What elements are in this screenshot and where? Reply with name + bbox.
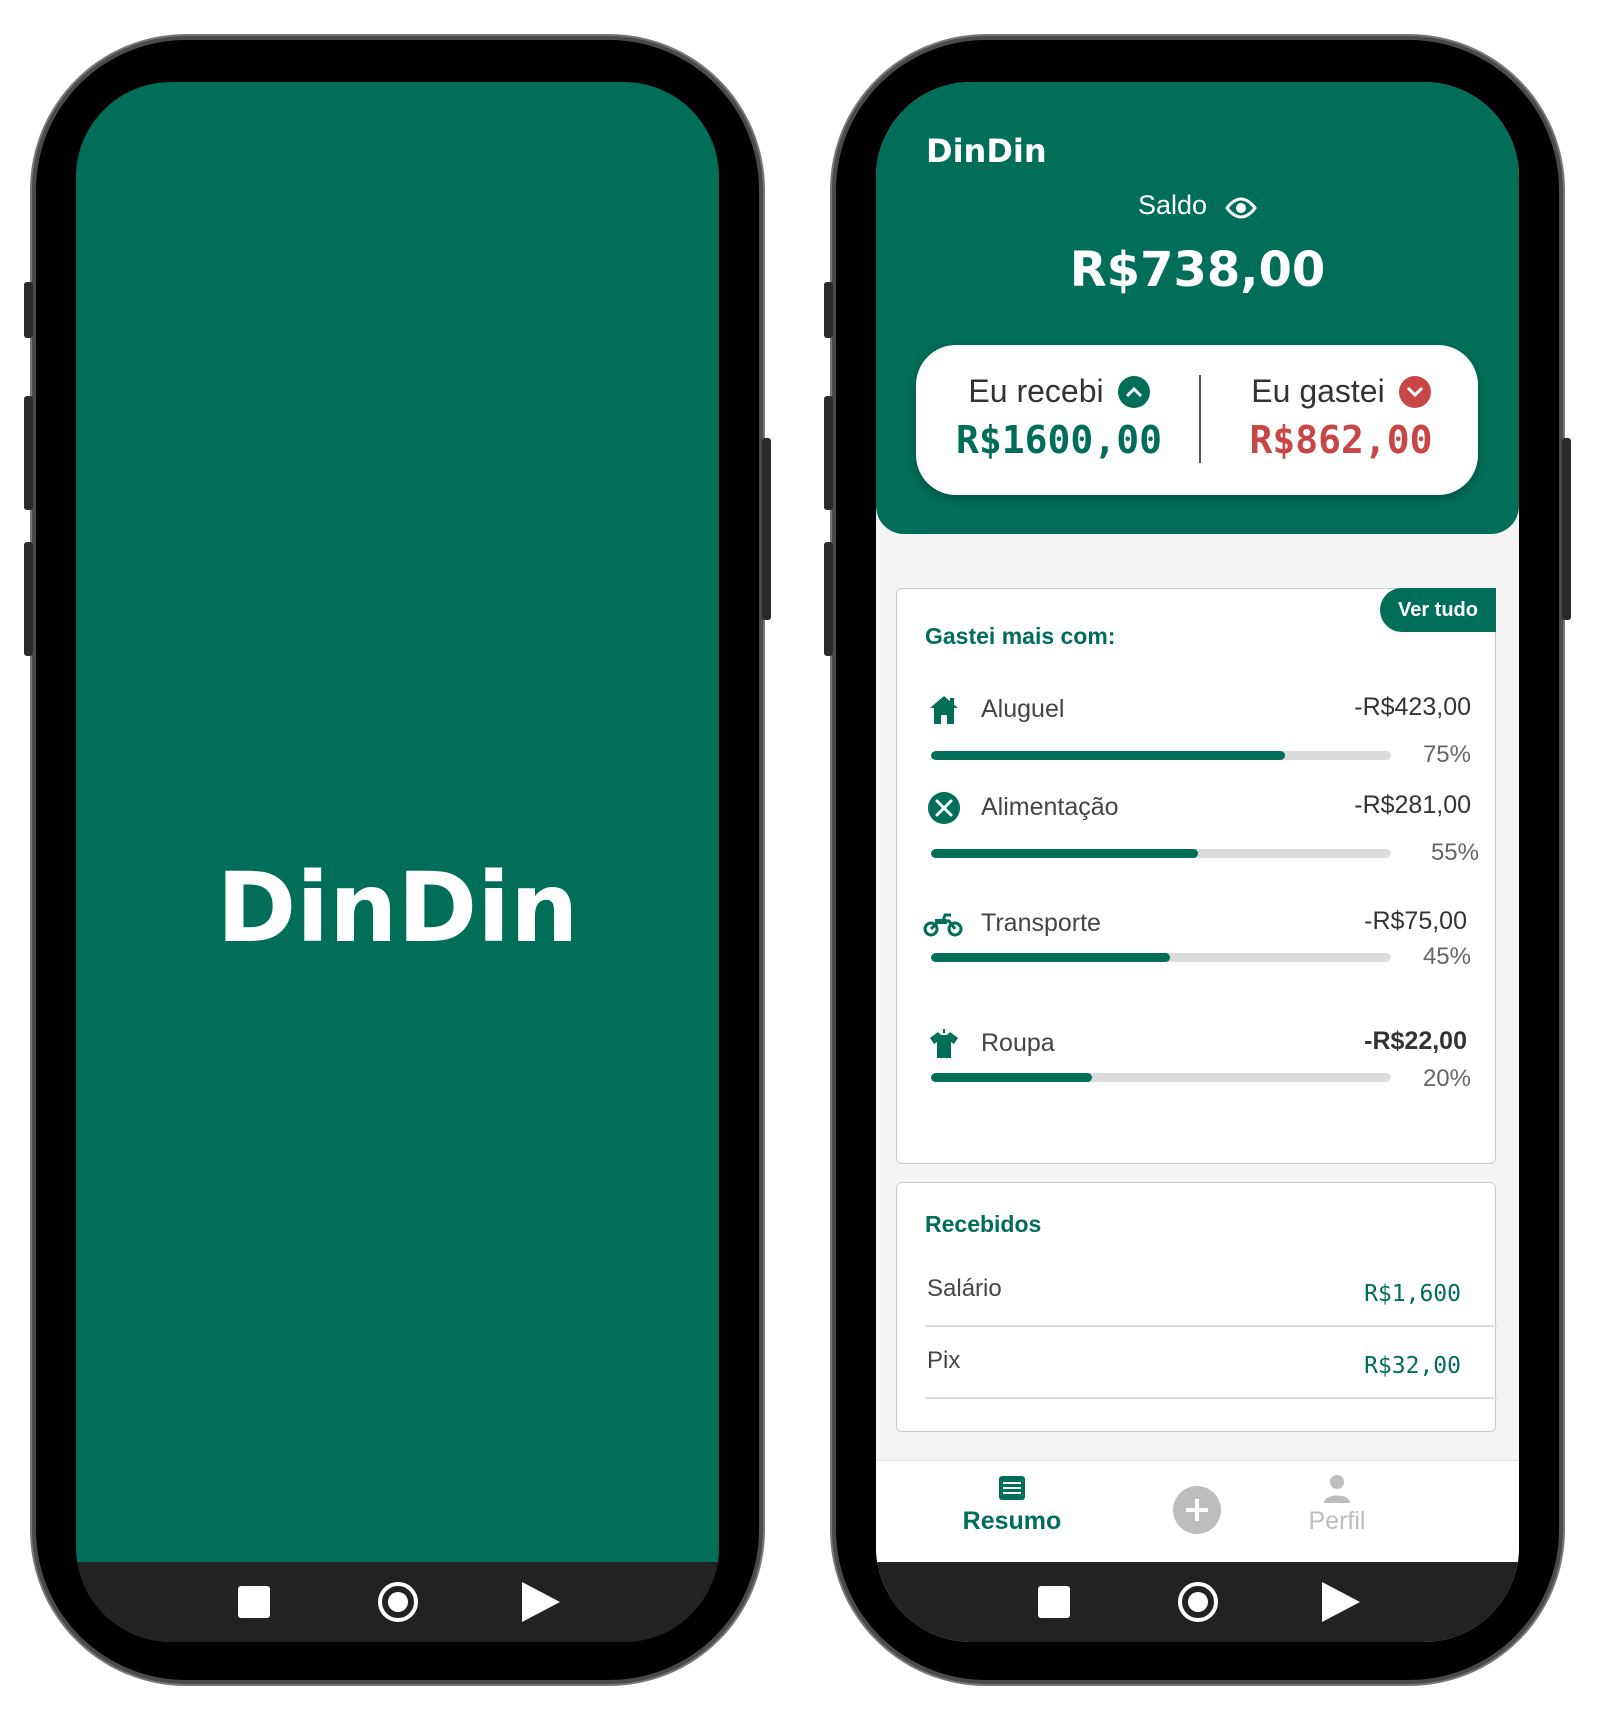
plus-icon	[1186, 1499, 1208, 1521]
spending-title: Gastei mais com:	[925, 623, 1116, 649]
category-percent: 20%	[1422, 1065, 1471, 1092]
food-icon	[927, 791, 961, 825]
dashboard-screen: DinDin Saldo R$738,00 Eu recebi R$1600,0…	[876, 82, 1519, 1642]
expense-summary: Eu gastei R$862,00	[1216, 373, 1466, 462]
category-progress-fill	[931, 953, 1171, 962]
summary-divider	[1199, 375, 1201, 463]
expense-value: R$862,00	[1249, 418, 1433, 462]
volume-button	[24, 282, 33, 338]
category-row[interactable]: Transporte -R$75,00 45%	[897, 907, 1495, 997]
category-progress	[931, 751, 1391, 760]
category-percent: 75%	[1422, 741, 1471, 768]
summary-card: Eu recebi R$1600,00 Eu gastei R$862,00	[916, 345, 1478, 495]
chevron-up-icon	[1117, 375, 1150, 408]
received-value: R$32,00	[1364, 1353, 1461, 1379]
category-row[interactable]: Aluguel -R$423,00 75%	[897, 693, 1495, 783]
category-progress	[931, 1073, 1391, 1082]
back-button[interactable]	[1322, 1582, 1360, 1622]
received-value: R$1,600	[1364, 1281, 1461, 1307]
recents-button[interactable]	[1038, 1586, 1070, 1618]
received-row[interactable]: Salário R$1,600	[925, 1257, 1497, 1327]
house-icon	[927, 693, 961, 727]
expense-label: Eu gastei	[1251, 373, 1385, 409]
system-navbar	[76, 1562, 719, 1642]
volume-button	[824, 542, 833, 656]
tab-summary[interactable]: Resumo	[937, 1473, 1087, 1536]
income-label: Eu recebi	[968, 373, 1104, 409]
splash-title: DinDin	[216, 852, 579, 964]
balance-value: R$738,00	[1069, 242, 1326, 298]
spending-card: Ver tudo Gastei mais com: Aluguel -R$423…	[896, 588, 1496, 1164]
user-icon	[1262, 1473, 1412, 1503]
see-all-button[interactable]: Ver tudo	[1380, 588, 1496, 632]
category-percent: 55%	[1430, 839, 1479, 866]
list-icon	[937, 1473, 1087, 1503]
received-name: Pix	[927, 1347, 961, 1374]
system-navbar	[876, 1562, 1519, 1642]
category-percent: 45%	[1422, 943, 1471, 970]
eye-icon[interactable]	[1225, 195, 1257, 219]
home-button[interactable]	[378, 1582, 418, 1622]
balance-label: Saldo	[1137, 190, 1208, 220]
category-name: Aluguel	[981, 695, 1065, 723]
received-row[interactable]: Pix R$32,00	[925, 1329, 1497, 1399]
phone-dashboard: DinDin Saldo R$738,00 Eu recebi R$1600,0…	[824, 40, 1571, 1680]
category-amount: -R$281,00	[1354, 791, 1471, 819]
volume-button	[24, 396, 33, 510]
category-progress	[931, 953, 1391, 962]
received-title: Recebidos	[925, 1211, 1042, 1237]
power-button	[1562, 438, 1571, 620]
category-name: Roupa	[981, 1029, 1055, 1057]
category-progress-fill	[931, 751, 1286, 760]
recents-button[interactable]	[238, 1586, 270, 1618]
header: DinDin Saldo R$738,00 Eu recebi R$1600,0…	[876, 82, 1519, 534]
add-button[interactable]	[1173, 1486, 1221, 1534]
category-row[interactable]: Roupa -R$22,00 20%	[897, 1027, 1495, 1117]
app-brand: DinDin	[926, 132, 1047, 170]
tab-profile[interactable]: Perfil	[1262, 1473, 1412, 1536]
volume-button	[24, 542, 33, 656]
tab-summary-label: Resumo	[962, 1507, 1062, 1535]
tab-profile-label: Perfil	[1308, 1507, 1366, 1535]
power-button	[762, 438, 771, 620]
category-row[interactable]: Alimentação -R$281,00 55%	[897, 791, 1495, 881]
received-card: Recebidos Salário R$1,600 Pix R$32,00	[896, 1182, 1497, 1432]
category-amount: -R$22,00	[1364, 1027, 1467, 1055]
category-name: Transporte	[981, 909, 1101, 937]
home-button[interactable]	[1178, 1582, 1218, 1622]
category-amount: -R$75,00	[1364, 907, 1467, 935]
splash-screen: DinDin	[76, 82, 719, 1642]
bottom-tab-bar: Resumo Perfil	[876, 1460, 1519, 1562]
balance-label-row: Saldo	[876, 190, 1519, 221]
category-progress-fill	[931, 1073, 1092, 1082]
volume-button	[824, 282, 833, 338]
shirt-icon	[927, 1027, 961, 1061]
back-button[interactable]	[522, 1582, 560, 1622]
motorcycle-icon	[923, 907, 963, 941]
received-name: Salário	[927, 1275, 1002, 1302]
income-value: R$1600,00	[956, 418, 1162, 462]
phone-splash: DinDin	[24, 40, 771, 1680]
category-amount: -R$423,00	[1354, 693, 1471, 721]
category-name: Alimentação	[981, 793, 1119, 821]
category-progress-fill	[931, 849, 1198, 858]
volume-button	[824, 396, 833, 510]
income-summary: Eu recebi R$1600,00	[934, 373, 1184, 462]
category-progress	[931, 849, 1391, 858]
chevron-down-icon	[1398, 375, 1431, 408]
